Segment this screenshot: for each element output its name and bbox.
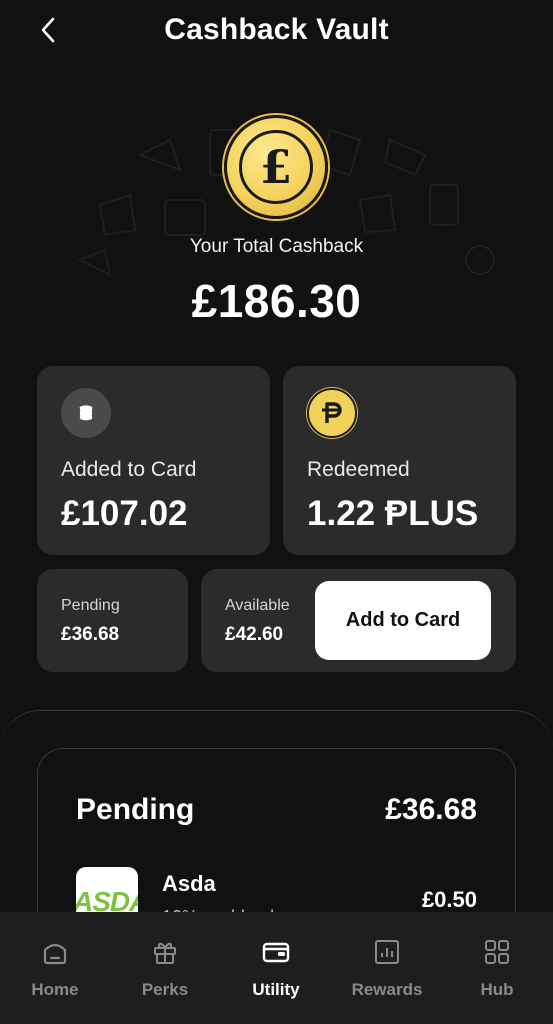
- redeemed-label: Redeemed: [307, 458, 410, 481]
- available-card: Available £42.60 Add to Card: [201, 569, 516, 672]
- merchant-amount: £0.50: [421, 887, 477, 912]
- cashback-vault-screen: Cashback Vault £ Your Total Cashback £18…: [0, 0, 553, 1024]
- pending-list-panel[interactable]: Pending £36.68 ASDA Asda 10% cashback £0…: [37, 748, 516, 928]
- tab-home[interactable]: Home: [0, 912, 110, 1024]
- available-label: Available: [225, 597, 290, 614]
- total-cashback-label: Your Total Cashback: [189, 236, 364, 257]
- wallet-icon: [260, 936, 292, 968]
- page-title: Cashback Vault: [164, 13, 389, 46]
- tab-rewards[interactable]: Rewards: [332, 912, 442, 1024]
- tab-hub[interactable]: Hub: [442, 912, 552, 1024]
- merchant-name: Asda: [162, 871, 216, 896]
- added-to-card-card: Added to Card £107.02: [37, 366, 270, 555]
- tab-hub-label: Hub: [480, 980, 514, 999]
- tab-home-label: Home: [31, 980, 79, 999]
- pending-label: Pending: [61, 597, 120, 614]
- added-to-card-value: £107.02: [61, 494, 188, 533]
- home-icon: [39, 936, 71, 968]
- coin-stack-icon: [61, 388, 111, 438]
- redeemed-value: 1.22 ⱣLUS: [307, 494, 479, 533]
- tab-perks-label: Perks: [141, 980, 189, 999]
- pending-section-title: Pending: [76, 793, 195, 826]
- chart-icon: [371, 936, 403, 968]
- coin-inner-ring: £: [239, 130, 313, 204]
- redeemed-card: Redeemed 1.22 ⱣLUS: [283, 366, 516, 555]
- pound-symbol: £: [259, 140, 292, 194]
- pending-value: £36.68: [61, 624, 120, 645]
- grid-icon: [481, 936, 513, 968]
- plus-points-icon: [307, 388, 357, 438]
- tab-perks[interactable]: Perks: [110, 912, 220, 1024]
- tab-utility-label: Utility: [252, 980, 300, 999]
- total-cashback-amount: £186.30: [191, 275, 362, 327]
- pending-section-total: £36.68: [385, 793, 477, 826]
- pound-coin-icon: £: [224, 115, 328, 219]
- pending-card: Pending £36.68: [37, 569, 188, 672]
- bottom-tab-bar: Home Perks Utility Rewards Hub: [0, 912, 553, 1024]
- add-to-card-button[interactable]: Add to Card: [315, 581, 491, 660]
- tab-utility[interactable]: Utility: [221, 912, 331, 1024]
- available-value: £42.60: [225, 624, 284, 645]
- added-to-card-label: Added to Card: [61, 458, 197, 481]
- gift-icon: [149, 936, 181, 968]
- tab-rewards-label: Rewards: [351, 980, 423, 999]
